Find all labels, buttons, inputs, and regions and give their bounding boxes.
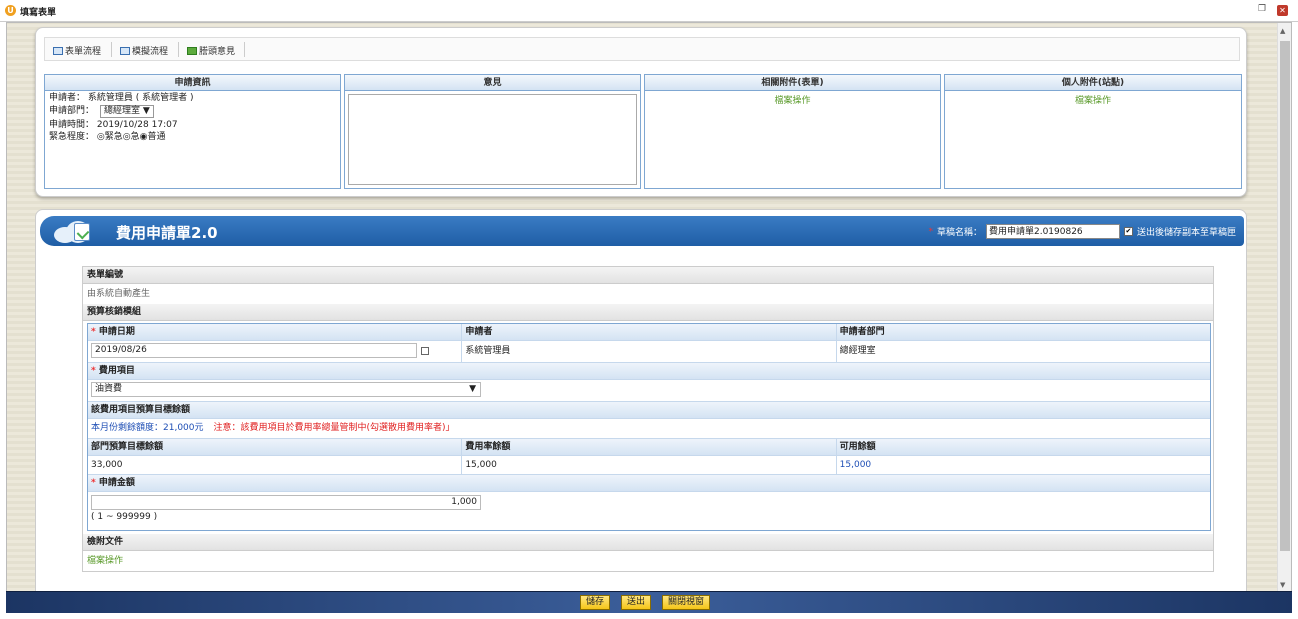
panel-title: 個人附件(站點) [945,75,1241,91]
form-flow-button[interactable]: 表單流程 [53,44,101,57]
budget-module-header: 預算核銷模組 [83,304,1213,321]
window-title: 填寫表單 [20,8,57,18]
window-titlebar: U 填寫表單 ❐ ✕ [0,0,1298,22]
content-area: 表單流程 模擬流程 謄頭意見 申請資訊 申請者： 系統管理員 ( 系統管理者 )… [6,22,1292,592]
close-window-button[interactable]: 關閉視窗 [662,595,711,610]
rate-balance-value: 15,000 [462,456,837,475]
form-body: 表單編號 由系統自動產生 預算核銷模組 * 申請日期 申請者 申請者部門 201… [82,266,1214,572]
file-operation-link[interactable]: 檔案操作 [645,93,940,106]
apply-date-input[interactable]: 2019/08/26 [91,343,417,358]
apply-time: 2019/10/28 17:07 [96,120,178,130]
panel-title: 意見 [345,75,640,91]
expense-item-select[interactable]: 油資費 ▼ [91,382,481,397]
header-opinion-button[interactable]: 謄頭意見 [187,44,235,57]
simulate-flow-button[interactable]: 模擬流程 [120,44,168,57]
form-logo-icon [54,219,98,243]
scroll-down-icon[interactable]: ▼ [1280,581,1285,589]
applicant-value: 系統管理員 ( 系統管理者 ) [87,93,194,103]
restore-icon[interactable]: ❐ [1256,4,1268,16]
monitor-icon [120,46,130,55]
chevron-down-icon: ▼ [469,384,476,394]
related-attach-panel: 相關附件(表單) 檔案操作 [644,74,941,189]
top-panel: 表單流程 模擬流程 謄頭意見 申請資訊 申請者： 系統管理員 ( 系統管理者 )… [35,27,1247,197]
urgency-radio-normal[interactable]: ◉ [140,132,148,142]
balance-warning: 注意：該費用項目於費用率總量管制中(勾選散用費用率者)」 [213,423,455,433]
dept-budget-value: 33,000 [88,456,463,475]
applicant-dept-value: 總經理室 [839,346,876,356]
dept-select[interactable]: 總經理室 ▼ [100,105,154,118]
file-operation-link[interactable]: 檔案操作 [945,93,1241,106]
apply-info-panel: 申請資訊 申請者： 系統管理員 ( 系統管理者 ) 申請部門： 總經理室 ▼ 申請… [44,74,341,189]
balance-notice: 本月份剩餘額度：21,000元 [91,423,204,433]
monitor-icon [53,46,63,55]
calendar-icon[interactable] [421,346,429,355]
submit-button[interactable]: 送出 [621,595,652,610]
form-card: 費用申請單2.0 * 草稿名稱： 費用申請單2.0190826 ✔ 送出後儲存副本… [35,209,1247,591]
scroll-up-icon[interactable]: ▲ [1280,27,1285,35]
personal-attach-panel: 個人附件(站點) 檔案操作 [944,74,1242,189]
toolbar: 表單流程 模擬流程 謄頭意見 [44,37,1240,61]
form-banner: 費用申請單2.0 * 草稿名稱： 費用申請單2.0190826 ✔ 送出後儲存副本… [40,216,1244,246]
applicant-value: 系統管理員 [462,341,837,362]
scrollbar-thumb[interactable] [1280,41,1290,551]
app-icon: U [5,5,16,16]
form-no-value: 由系統自動產生 [87,289,151,299]
attach-header: 檢附文件 [83,534,1213,551]
opinion-textarea[interactable] [348,94,637,185]
edit-icon [187,46,197,55]
amount-range: ( 1 ~ 999999 ) [91,512,158,522]
close-icon[interactable]: ✕ [1277,5,1288,16]
draft-area: * 草稿名稱： 費用申請單2.0190826 ✔ 送出後儲存副本至草稿匣 [928,224,1236,239]
vertical-scrollbar[interactable]: ▲ ▼ [1277,23,1291,591]
urgency-radio-rush[interactable]: ◎ [123,132,131,142]
panel-title: 申請資訊 [45,75,340,91]
save-copy-checkbox[interactable]: ✔ [1123,227,1133,236]
draft-name-input[interactable]: 費用申請單2.0190826 [985,224,1120,239]
urgency-radio-urgent[interactable]: ◎ [97,132,105,142]
panel-title: 相關附件(表單) [645,75,940,91]
form-no-header: 表單編號 [83,267,1213,284]
available-value: 15,000 [839,460,872,470]
budget-module: * 申請日期 申請者 申請者部門 2019/08/26 系統管理員 總經理室 *… [87,323,1211,531]
opinion-panel: 意見 [344,74,641,189]
save-button[interactable]: 儲存 [580,595,611,610]
form-title: 費用申請單2.0 [116,224,218,242]
amount-input[interactable]: 1,000 [91,495,481,510]
bottom-action-bar: 儲存 送出 關閉視窗 [6,591,1292,613]
attach-file-link[interactable]: 檔案操作 [83,551,1213,571]
